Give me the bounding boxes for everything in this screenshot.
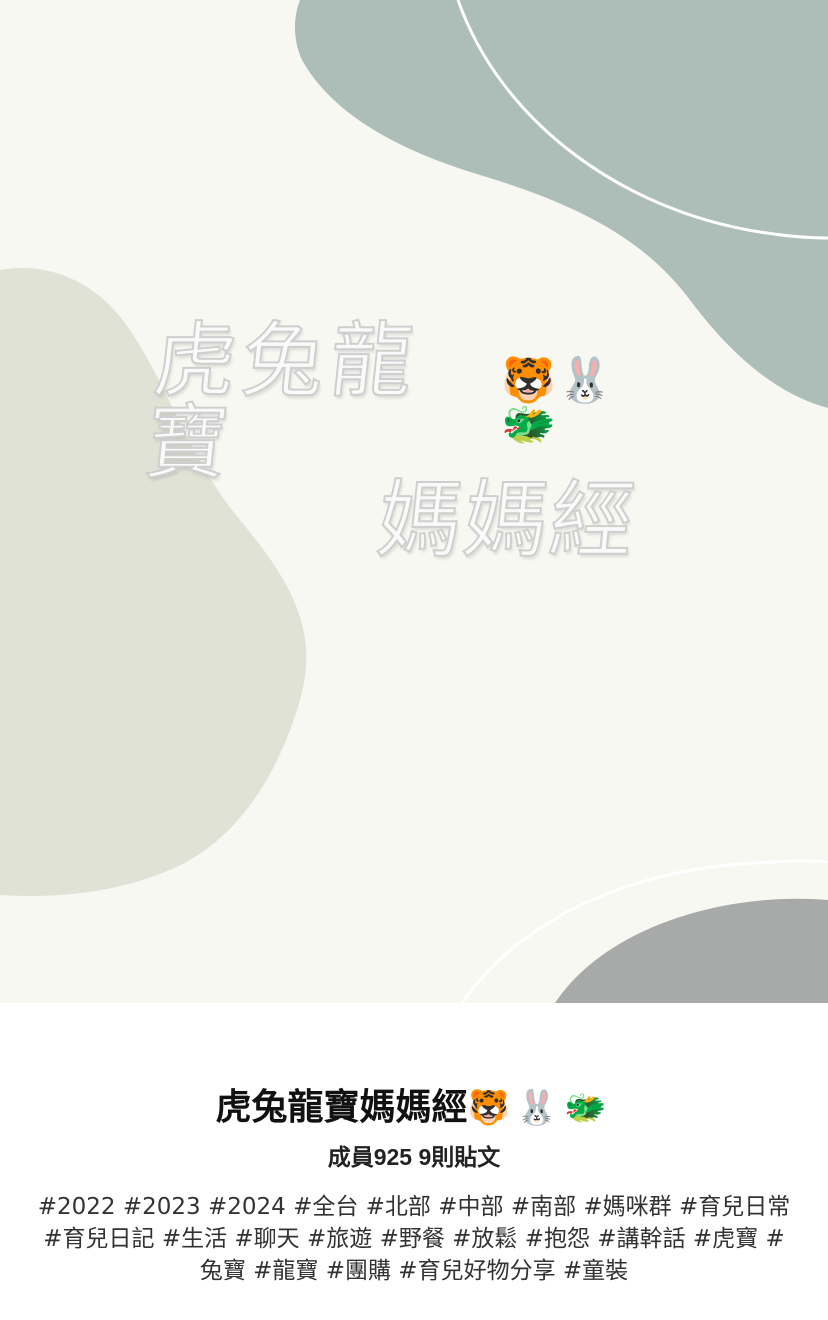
- group-stats: 成員925 9則貼文: [327, 1144, 501, 1170]
- group-info: 虎兔龍寶媽媽經🐯🐰🐲 成員925 9則貼文 #2022 #2023 #2024 …: [0, 1003, 828, 1320]
- group-name-text: 虎兔龍寶媽媽經: [215, 1087, 468, 1128]
- cover-image[interactable]: 虎兔龍寶 🐯🐰🐲 媽媽經: [0, 0, 828, 1003]
- group-name: 虎兔龍寶媽媽經🐯🐰🐲: [0, 1083, 828, 1133]
- group-page: 虎兔龍寶 🐯🐰🐲 媽媽經 虎兔龍寶媽媽經🐯🐰🐲 成員925 9則貼文 #2022…: [0, 0, 828, 1320]
- cover-title-text-2: 媽媽經: [372, 470, 642, 570]
- group-hashtags: #2022 #2023 #2024 #全台 #北部 #中部 #南部 #媽咪群 #…: [37, 1194, 791, 1284]
- cover-title-text-1: 虎兔龍寶: [140, 313, 425, 492]
- cover-title-line-2: 媽媽經: [372, 470, 642, 570]
- animal-emoji-icons: 🐯🐰🐲: [501, 355, 615, 450]
- cover-title-line-1: 虎兔龍寶 🐯🐰🐲: [140, 313, 670, 492]
- group-name-emoji-icons: 🐯🐰🐲: [467, 1088, 613, 1128]
- blob-bottom-right: [555, 898, 828, 1003]
